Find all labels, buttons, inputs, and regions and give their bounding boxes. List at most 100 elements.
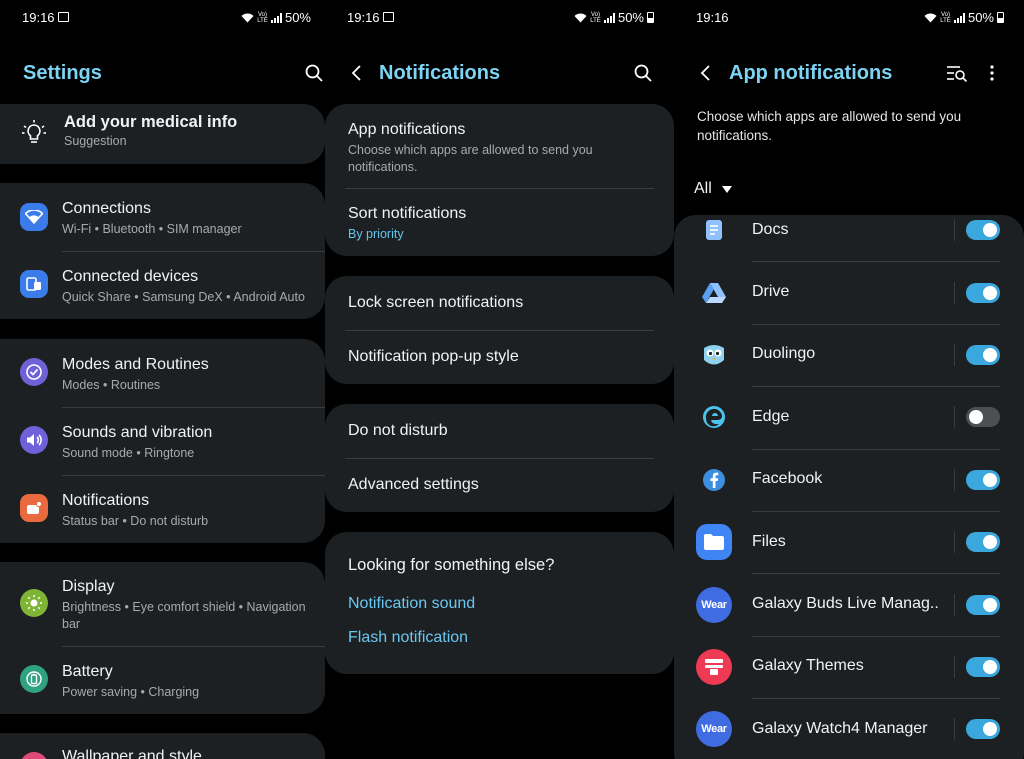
vertical-divider <box>954 343 955 366</box>
settings-item-sounds[interactable]: Sounds and vibration Sound mode • Ringto… <box>0 407 325 475</box>
notification-toggle[interactable] <box>966 656 1000 677</box>
do-not-disturb-item[interactable]: Do not disturb <box>325 404 674 458</box>
themes-icon <box>696 648 732 685</box>
status-time: 19:16 <box>347 10 380 25</box>
wear-icon: Wear <box>696 586 732 623</box>
notification-toggle[interactable] <box>966 220 1000 241</box>
settings-item-notifications[interactable]: Notifications Status bar • Do not distur… <box>0 475 325 543</box>
item-title: Notification pop-up style <box>348 348 519 365</box>
status-time: 19:16 <box>22 10 55 25</box>
app-name: Files <box>752 532 786 550</box>
wear-icon: Wear <box>696 711 732 748</box>
search-button[interactable] <box>630 60 656 86</box>
devices-icon <box>20 270 48 298</box>
volte-icon: Vo) LTE <box>257 11 268 24</box>
settings-panel: 19:16 Vo) LTE 50% Settings Add your medi… <box>0 0 325 759</box>
lock-screen-notifications-item[interactable]: Lock screen notifications <box>325 276 674 330</box>
notification-toggle[interactable] <box>966 344 1000 365</box>
app-row[interactable]: Duolingo <box>674 324 1024 388</box>
settings-item-display[interactable]: Display Brightness • Eye comfort shield … <box>0 562 325 646</box>
settings-item-title: Sounds and vibration <box>62 424 213 441</box>
settings-item-subtitle: Status bar • Do not disturb <box>62 514 209 528</box>
sort-notifications-item[interactable]: Sort notifications By priority <box>325 188 674 256</box>
settings-item-wallpaper[interactable]: Wallpaper and style <box>0 733 325 759</box>
app-row[interactable]: Facebook <box>674 449 1024 512</box>
palette-icon <box>20 752 48 759</box>
notification-toggle[interactable] <box>966 719 1000 740</box>
flash-notification-link[interactable]: Flash notification <box>348 629 468 647</box>
toggle-knob <box>983 659 997 674</box>
app-row[interactable]: Docs <box>674 199 1024 263</box>
search-icon <box>305 64 323 82</box>
app-row[interactable]: Wear Galaxy Watch4 Manager <box>674 698 1024 759</box>
battery-percent: 50% <box>617 10 644 25</box>
more-options-button[interactable] <box>979 60 1005 86</box>
app-list-card: Docs Drive Duolingo Edge Facebook Files Wear Ga… <box>674 215 1024 759</box>
search-button[interactable] <box>301 60 325 86</box>
app-name: Galaxy Buds Live Manag.. <box>752 595 939 613</box>
wear-label: Wear <box>701 723 727 736</box>
settings-item-title: Wallpaper and style <box>62 748 202 759</box>
wear-label: Wear <box>701 598 727 611</box>
looking-title: Looking for something else? <box>348 556 555 574</box>
notification-toggle[interactable] <box>966 282 1000 303</box>
settings-item-connected-devices[interactable]: Connected devices Quick Share • Samsung … <box>0 251 325 319</box>
back-button[interactable] <box>692 60 718 86</box>
looking-card: Looking for something else? Notification… <box>325 532 674 674</box>
settings-item-subtitle-line2: bar <box>62 617 81 631</box>
medical-info-title: Add your medical info <box>64 113 238 131</box>
item-title: Advanced settings <box>348 476 479 493</box>
back-button[interactable] <box>343 60 369 86</box>
app-row[interactable]: Files <box>674 511 1024 575</box>
battery-icon <box>20 665 48 693</box>
wifi-icon <box>20 203 48 231</box>
notification-toggle[interactable] <box>966 407 1000 428</box>
facebook-icon <box>696 462 732 498</box>
battery-percent: 50% <box>967 10 994 25</box>
notification-toggle[interactable] <box>966 594 1000 615</box>
check-circle-icon <box>20 358 48 386</box>
display-card: Display Brightness • Eye comfort shield … <box>0 562 325 714</box>
app-row[interactable]: Drive <box>674 261 1024 325</box>
medical-info-card[interactable]: Add your medical info Suggestion <box>0 104 325 164</box>
item-subtitle-line2: notifications. <box>348 160 418 174</box>
app-name: Galaxy Themes <box>752 657 864 675</box>
signal-icon <box>270 12 282 23</box>
back-icon <box>700 65 710 81</box>
filter-search-button[interactable] <box>944 60 970 86</box>
vertical-divider <box>954 531 955 554</box>
toggle-knob <box>983 535 997 550</box>
gallery-notification-icon <box>58 12 69 22</box>
settings-item-battery[interactable]: Battery Power saving • Charging <box>0 646 325 714</box>
app-row[interactable]: Edge <box>674 386 1024 450</box>
settings-item-connections[interactable]: Connections Wi-Fi • Bluetooth • SIM mana… <box>0 183 325 251</box>
notification-toggle[interactable] <box>966 532 1000 553</box>
popup-style-item[interactable]: Notification pop-up style <box>325 330 674 384</box>
app-row[interactable]: Galaxy Themes <box>674 636 1024 700</box>
filter-dropdown[interactable]: All <box>694 178 732 200</box>
files-icon <box>696 524 732 561</box>
app-row[interactable]: Wear Galaxy Buds Live Manag.. <box>674 573 1024 637</box>
docs-icon <box>696 212 732 248</box>
toggle-knob <box>983 597 997 612</box>
notification-toggle[interactable] <box>966 469 1000 490</box>
description-line2: notifications. <box>697 128 773 143</box>
description-line1: Choose which apps are allowed to send yo… <box>697 109 962 124</box>
advanced-settings-item[interactable]: Advanced settings <box>325 458 674 512</box>
notification-sound-link[interactable]: Notification sound <box>348 595 475 613</box>
app-notifications-panel: 19:16 Vo) LTE 50% App notifications Choo… <box>674 0 1024 759</box>
app-notifications-item[interactable]: App notifications Choose which apps are … <box>325 104 674 188</box>
status-bar: 19:16 Vo) LTE 50% <box>674 9 1024 27</box>
signal-icon <box>603 12 615 23</box>
settings-item-modes-routines[interactable]: Modes and Routines Modes • Routines <box>0 339 325 407</box>
app-name: Docs <box>752 220 789 238</box>
settings-item-title: Battery <box>62 663 113 680</box>
dropdown-arrow-icon <box>721 185 732 193</box>
item-title: Lock screen notifications <box>348 294 524 311</box>
list-search-icon <box>947 66 968 82</box>
lockscreen-card: Lock screen notifications Notification p… <box>325 276 674 384</box>
dnd-card: Do not disturb Advanced settings <box>325 404 674 512</box>
duolingo-icon <box>696 337 732 373</box>
more-vert-icon <box>990 65 994 81</box>
search-icon <box>634 64 652 82</box>
